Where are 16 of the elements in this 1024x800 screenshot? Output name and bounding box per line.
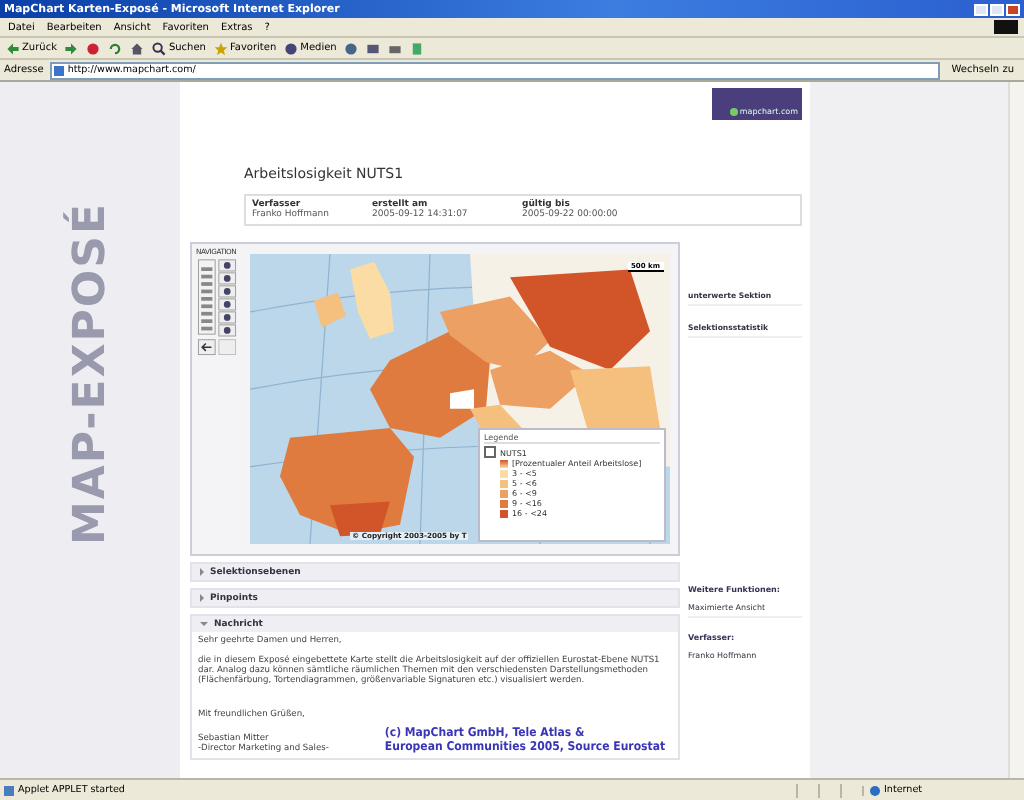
favorites-icon — [213, 41, 228, 55]
search-icon — [152, 41, 167, 55]
back-icon — [6, 41, 20, 55]
gradient-swatch — [500, 459, 508, 467]
refresh-icon — [108, 41, 123, 55]
forward-icon — [64, 41, 79, 55]
close-button[interactable] — [1006, 3, 1020, 15]
globe-icon — [870, 785, 880, 795]
checkbox[interactable] — [484, 446, 496, 458]
home-icon — [130, 41, 145, 55]
maximize-button[interactable] — [990, 3, 1004, 15]
minimize-button[interactable] — [974, 3, 988, 15]
page-icon — [53, 65, 64, 75]
applet-icon — [4, 785, 14, 795]
stop-icon — [86, 41, 101, 55]
scrollbar[interactable] — [1008, 82, 1024, 778]
